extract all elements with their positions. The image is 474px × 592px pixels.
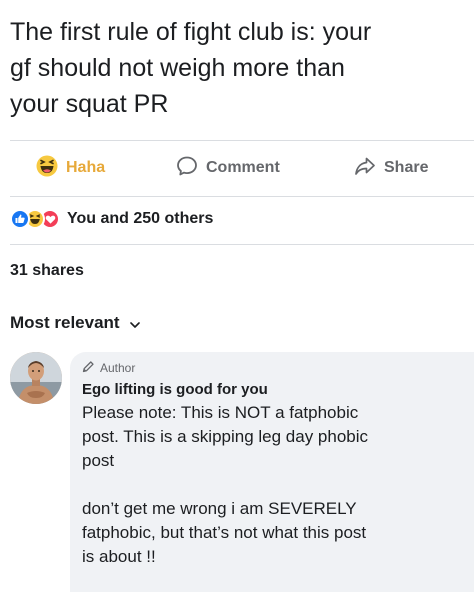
- haha-icon: [36, 155, 58, 182]
- divider: [10, 140, 474, 141]
- like-icon: [10, 209, 30, 229]
- comment-button[interactable]: Comment: [176, 150, 280, 186]
- reactions-summary-text: You and 250 others: [67, 210, 214, 227]
- haha-button[interactable]: Haha: [36, 150, 105, 186]
- post-text: The first rule of fight club is: your gf…: [10, 18, 372, 118]
- comment-text: Please note: This is NOT a fatphobic pos…: [82, 403, 369, 566]
- author-badge: Author: [82, 360, 462, 376]
- action-bar: Haha Comment Share: [0, 150, 474, 186]
- comments-sort-dropdown[interactable]: Most relevant: [10, 312, 140, 334]
- comment-bubble: Author Ego lifting is good for you Pleas…: [70, 352, 474, 592]
- reaction-icons: [10, 209, 60, 229]
- commenter-name[interactable]: Ego lifting is good for you: [82, 380, 462, 399]
- author-badge-label: Author: [100, 361, 136, 375]
- share-icon: [354, 155, 376, 182]
- comments-sort-label: Most relevant: [10, 313, 120, 332]
- share-button[interactable]: Share: [354, 150, 428, 186]
- reactions-summary[interactable]: You and 250 others: [10, 206, 213, 232]
- share-label: Share: [384, 159, 429, 176]
- divider: [10, 196, 474, 197]
- comment-label: Comment: [206, 159, 280, 176]
- chevron-down-icon: [129, 314, 140, 334]
- avatar[interactable]: [10, 352, 62, 404]
- divider: [10, 244, 474, 245]
- comment-icon: [176, 155, 198, 182]
- pencil-icon: [82, 360, 95, 376]
- shares-count[interactable]: 31 shares: [10, 262, 84, 280]
- haha-label: Haha: [66, 159, 106, 176]
